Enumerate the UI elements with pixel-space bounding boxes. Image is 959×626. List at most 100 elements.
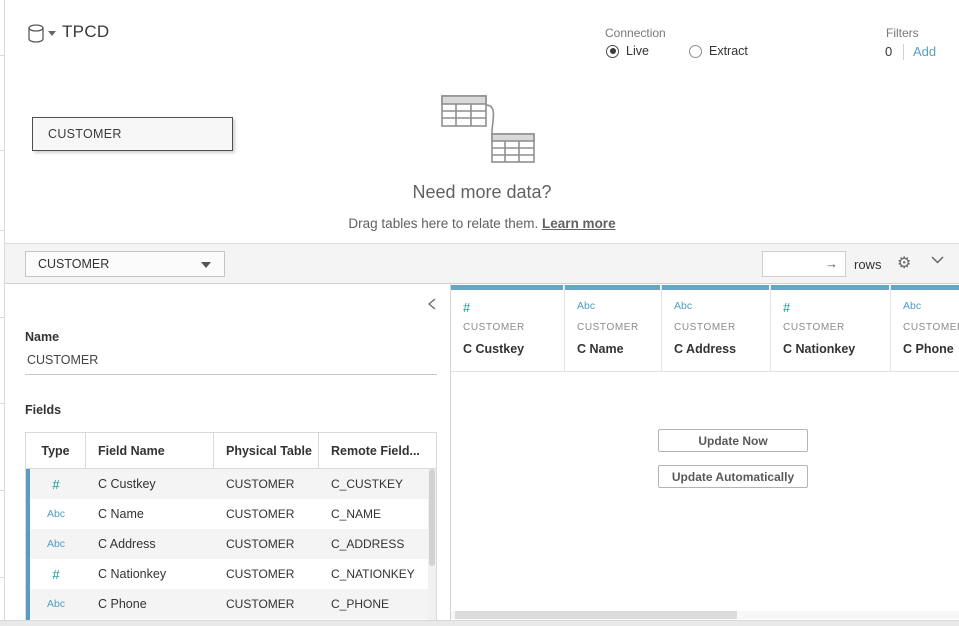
datasource-title[interactable]: TPCD bbox=[62, 22, 109, 42]
field-type-icon: # bbox=[52, 477, 59, 492]
rows-label: rows bbox=[854, 257, 881, 272]
physical-table-cell: CUSTOMER bbox=[214, 529, 319, 559]
empty-state-title: Need more data? bbox=[5, 182, 959, 203]
radio-live-label: Live bbox=[626, 44, 649, 58]
column-field-name[interactable]: C Phone bbox=[903, 342, 959, 356]
gear-icon[interactable]: ⚙ bbox=[897, 253, 911, 273]
physical-table-cell: CUSTOMER bbox=[214, 469, 319, 499]
name-label: Name bbox=[25, 330, 59, 344]
datasource-toolbar: CUSTOMER → rows ⚙ bbox=[5, 243, 959, 284]
fields-table-scrollbar-thumb[interactable] bbox=[429, 469, 435, 566]
fields-table-body: # C Custkey CUSTOMER C_CUSTKEY Abc C Nam… bbox=[26, 469, 436, 619]
go-arrow-icon[interactable]: → bbox=[825, 256, 838, 271]
column-type-icon: Abc bbox=[674, 300, 770, 314]
field-name-cell[interactable]: C Phone bbox=[86, 589, 214, 619]
collapse-panel-icon[interactable] bbox=[428, 298, 436, 310]
field-row[interactable]: Abc C Phone CUSTOMER C_PHONE bbox=[26, 589, 436, 619]
column-field-name[interactable]: C Custkey bbox=[463, 342, 564, 356]
dropdown-caret-icon bbox=[201, 262, 211, 268]
fields-table-scrollbar[interactable] bbox=[428, 469, 436, 626]
column-table-name: CUSTOMER bbox=[783, 322, 890, 333]
data-grid-panel: # CUSTOMER C Custkey Abc CUSTOMER C Name… bbox=[451, 284, 959, 626]
column-field-name[interactable]: C Name bbox=[577, 342, 661, 356]
col-header-physical-table[interactable]: Physical Table bbox=[214, 433, 319, 468]
remote-field-cell: C_NAME bbox=[319, 499, 430, 529]
remote-field-cell: C_NATIONKEY bbox=[319, 559, 430, 589]
empty-state-hint: Drag tables here to relate them. Learn m… bbox=[5, 216, 959, 231]
column-field-name[interactable]: C Address bbox=[674, 342, 770, 356]
pane-tick bbox=[0, 55, 5, 56]
field-type-icon: # bbox=[52, 567, 59, 582]
filters-count: 0 bbox=[885, 44, 892, 59]
table-details-panel: Name CUSTOMER Fields Type Field Name Phy… bbox=[5, 284, 450, 626]
remote-field-cell: C_ADDRESS bbox=[319, 529, 430, 559]
field-name-cell[interactable]: C Nationkey bbox=[86, 559, 214, 589]
column-table-name: CUSTOMER bbox=[674, 322, 770, 333]
column-table-name: CUSTOMER bbox=[577, 322, 661, 333]
name-input-underline bbox=[25, 374, 437, 375]
learn-more-link[interactable]: Learn more bbox=[542, 216, 616, 231]
relate-tables-illustration bbox=[430, 92, 538, 166]
physical-table-cell: CUSTOMER bbox=[214, 589, 319, 619]
radio-extract-circle[interactable] bbox=[689, 45, 702, 58]
chevron-down-icon[interactable] bbox=[931, 256, 944, 264]
field-name-cell[interactable]: C Name bbox=[86, 499, 214, 529]
database-dropdown-caret[interactable] bbox=[48, 31, 56, 36]
column-accent-bar bbox=[771, 285, 889, 290]
fields-table: Type Field Name Physical Table Remote Fi… bbox=[25, 432, 437, 626]
data-grid-headers: # CUSTOMER C Custkey Abc CUSTOMER C Name… bbox=[451, 285, 959, 372]
field-type-icon: Abc bbox=[47, 508, 65, 520]
field-name-cell[interactable]: C Custkey bbox=[86, 469, 214, 499]
grid-column-header[interactable]: Abc CUSTOMER C Phone bbox=[891, 285, 959, 372]
grid-horizontal-scrollbar-thumb[interactable] bbox=[455, 611, 737, 619]
field-row[interactable]: Abc C Name CUSTOMER C_NAME bbox=[26, 499, 436, 529]
remote-field-cell: C_PHONE bbox=[319, 589, 430, 619]
update-now-button[interactable]: Update Now bbox=[658, 429, 808, 452]
column-table-name: CUSTOMER bbox=[463, 322, 564, 333]
radio-live[interactable]: Live bbox=[606, 44, 649, 58]
table-select-dropdown[interactable]: CUSTOMER bbox=[25, 251, 225, 277]
field-type-icon: Abc bbox=[47, 538, 65, 550]
column-accent-bar bbox=[662, 285, 769, 290]
remote-field-cell: C_CUSTKEY bbox=[319, 469, 430, 499]
table-name-input[interactable]: CUSTOMER bbox=[27, 353, 98, 367]
column-accent-bar bbox=[891, 285, 959, 290]
fields-label: Fields bbox=[25, 403, 61, 417]
connection-label: Connection bbox=[605, 26, 666, 40]
grid-column-header[interactable]: Abc CUSTOMER C Name bbox=[565, 285, 662, 372]
grid-column-header[interactable]: Abc CUSTOMER C Address bbox=[662, 285, 771, 372]
col-header-remote-field[interactable]: Remote Field... bbox=[319, 433, 430, 468]
filters-add-link[interactable]: Add bbox=[913, 44, 936, 59]
grid-column-header[interactable]: # CUSTOMER C Nationkey bbox=[771, 285, 891, 372]
column-accent-bar bbox=[565, 285, 660, 290]
update-automatically-button[interactable]: Update Automatically bbox=[658, 465, 808, 488]
column-type-icon: # bbox=[783, 300, 890, 314]
field-name-cell[interactable]: C Address bbox=[86, 529, 214, 559]
database-icon[interactable] bbox=[27, 24, 45, 44]
table-select-value: CUSTOMER bbox=[38, 257, 109, 271]
filters-divider bbox=[903, 44, 904, 60]
column-type-icon: Abc bbox=[577, 300, 661, 314]
col-header-type[interactable]: Type bbox=[26, 433, 86, 468]
canvas-table-customer-label: CUSTOMER bbox=[48, 127, 122, 141]
rows-count-input[interactable]: → bbox=[762, 251, 846, 277]
window-bottom-strip bbox=[0, 620, 959, 626]
field-row[interactable]: # C Nationkey CUSTOMER C_NATIONKEY bbox=[26, 559, 436, 589]
physical-table-cell: CUSTOMER bbox=[214, 499, 319, 529]
grid-column-header[interactable]: # CUSTOMER C Custkey bbox=[451, 285, 565, 372]
physical-table-cell: CUSTOMER bbox=[214, 559, 319, 589]
empty-state-hint-text: Drag tables here to relate them. bbox=[348, 216, 538, 231]
field-row[interactable]: # C Custkey CUSTOMER C_CUSTKEY bbox=[26, 469, 436, 499]
field-row[interactable]: Abc C Address CUSTOMER C_ADDRESS bbox=[26, 529, 436, 559]
pane-tick bbox=[0, 150, 5, 151]
column-type-icon: Abc bbox=[903, 300, 959, 314]
field-type-icon: Abc bbox=[47, 598, 65, 610]
column-field-name[interactable]: C Nationkey bbox=[783, 342, 890, 356]
radio-extract[interactable]: Extract bbox=[689, 44, 748, 58]
canvas-table-customer[interactable]: CUSTOMER bbox=[32, 117, 233, 151]
radio-live-circle[interactable] bbox=[606, 45, 619, 58]
radio-extract-label: Extract bbox=[709, 44, 748, 58]
column-type-icon: # bbox=[463, 300, 564, 314]
col-header-field-name[interactable]: Field Name bbox=[86, 433, 214, 468]
column-table-name: CUSTOMER bbox=[903, 322, 959, 333]
